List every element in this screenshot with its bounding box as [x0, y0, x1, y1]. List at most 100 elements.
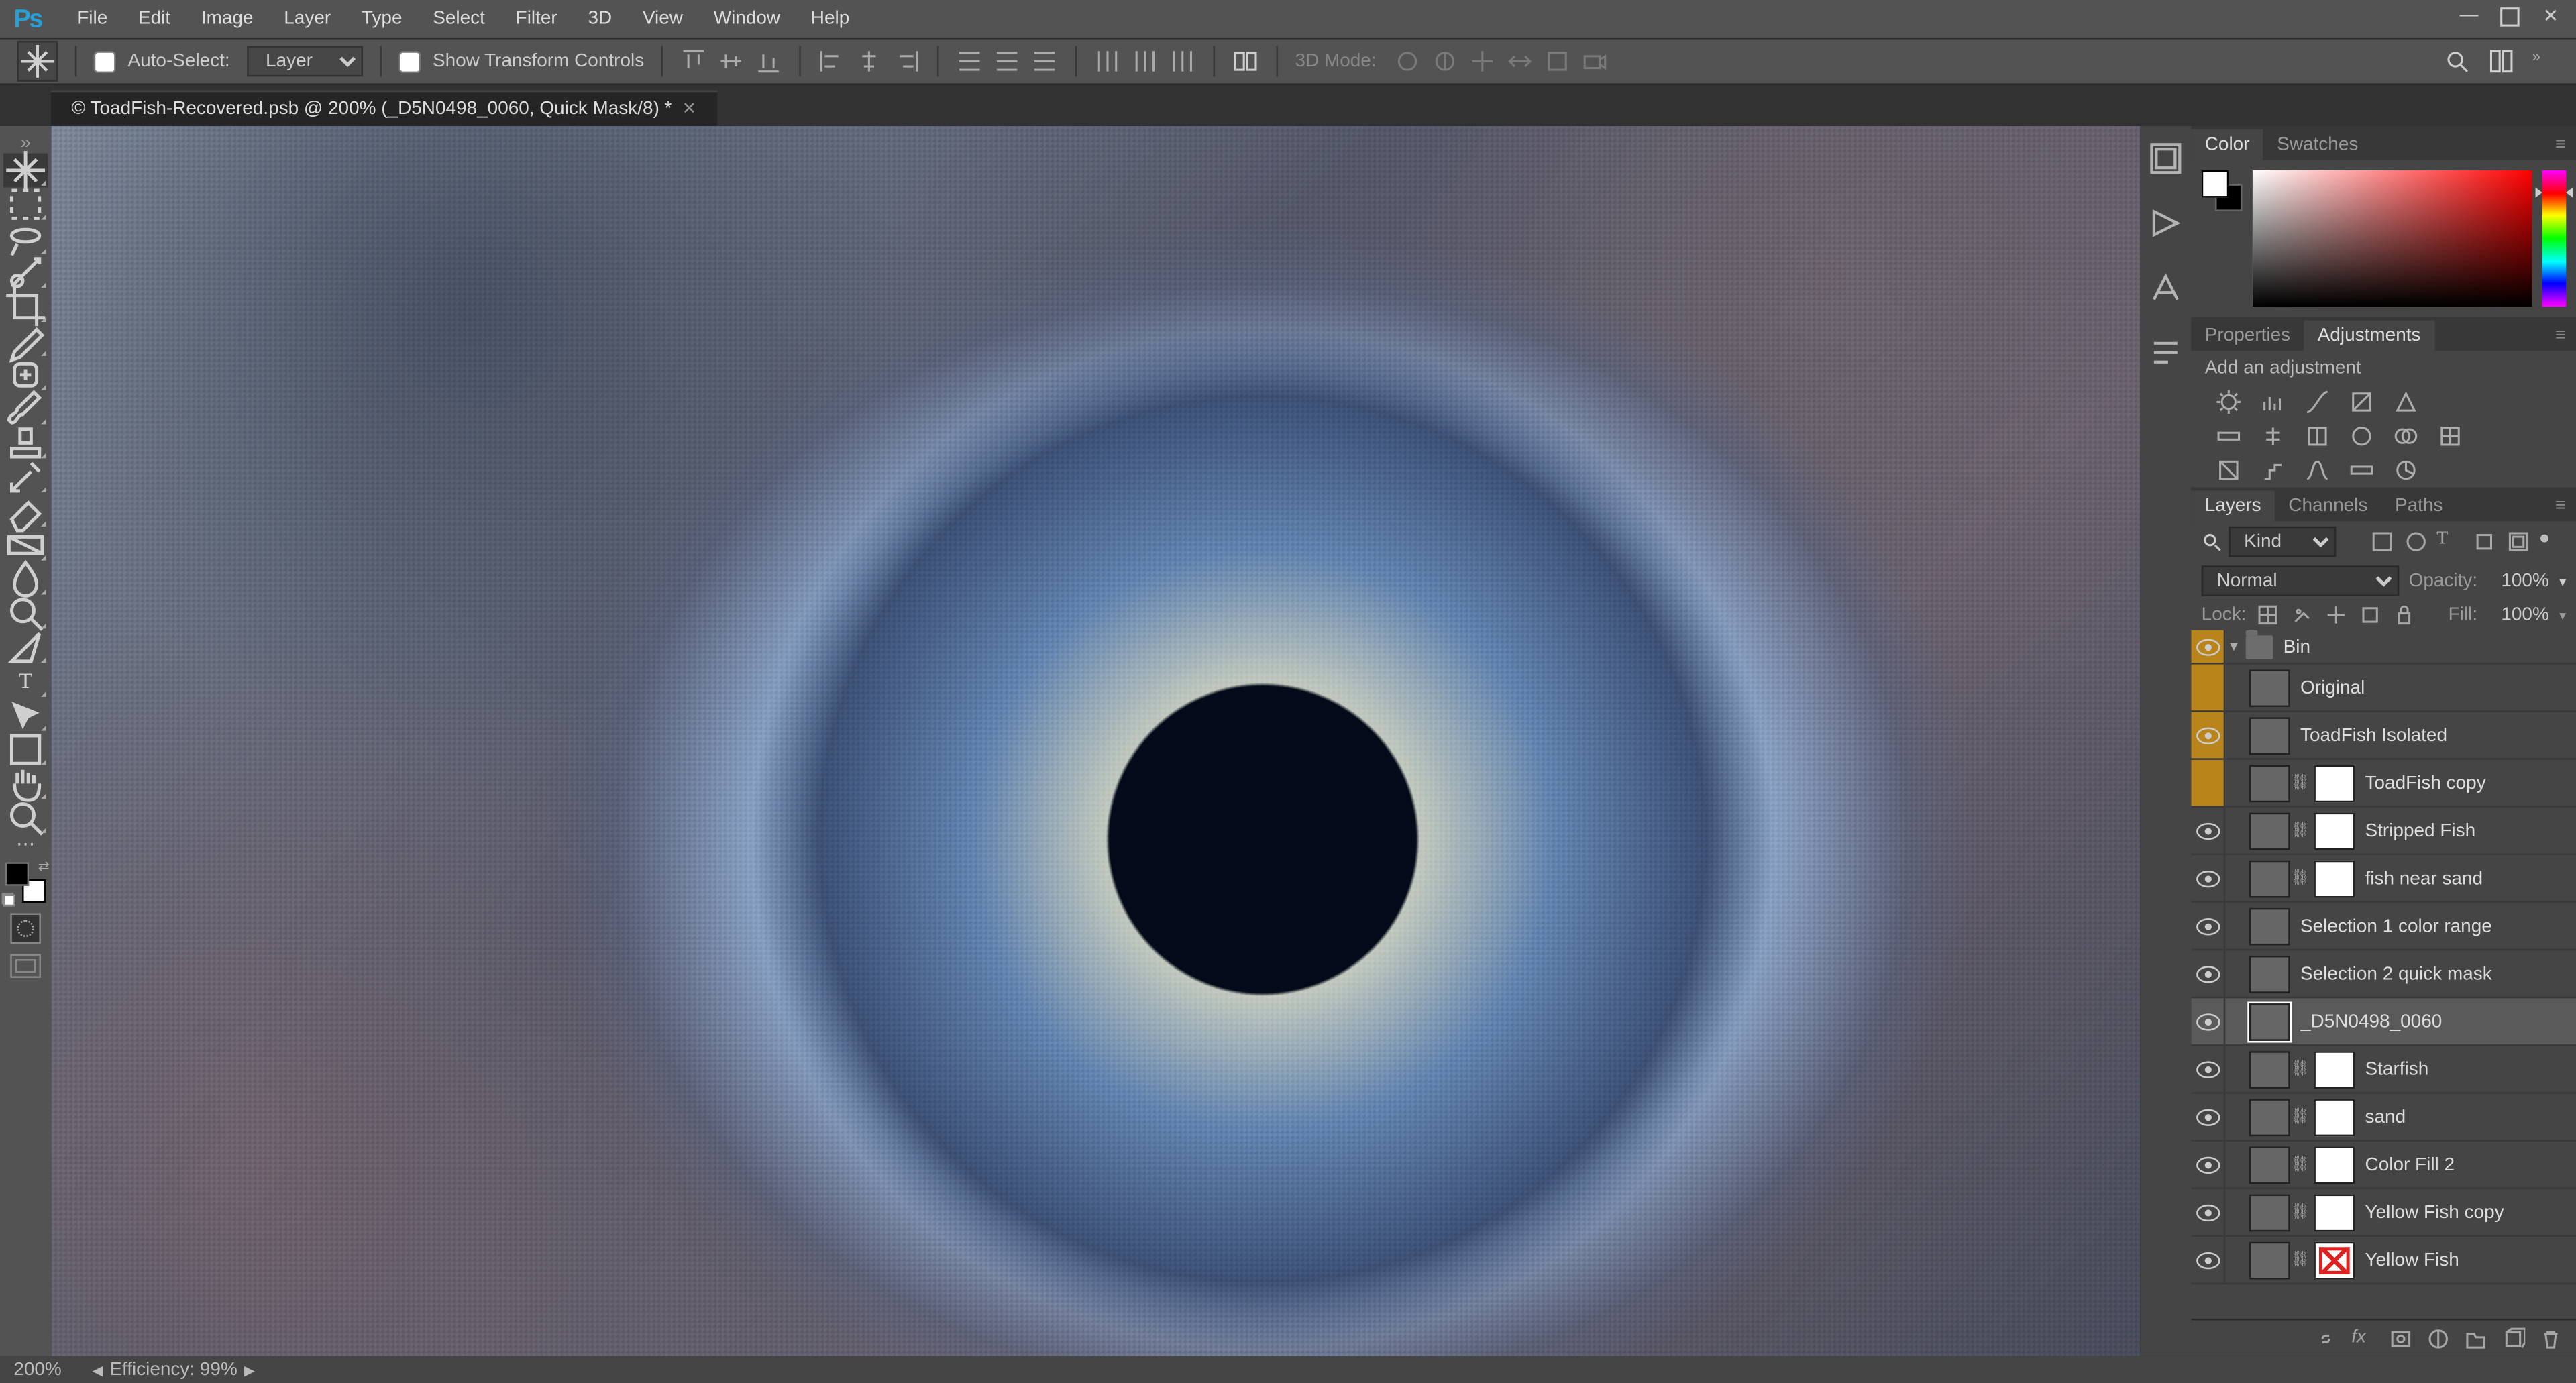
color-field[interactable]	[2253, 170, 2532, 307]
visibility-toggle[interactable]	[2191, 1094, 2225, 1140]
group-fold-icon[interactable]: ▾	[2225, 637, 2242, 656]
menu-filter[interactable]: Filter	[500, 0, 573, 38]
levels-icon[interactable]	[2259, 388, 2290, 416]
mask-thumbnail[interactable]	[2314, 1050, 2355, 1088]
layer-row[interactable]: Original	[2191, 665, 2576, 712]
collapse-panels-icon[interactable]: »	[2532, 48, 2559, 75]
menu-3d[interactable]: 3D	[573, 0, 627, 38]
tab-channels[interactable]: Channels	[2275, 491, 2381, 522]
layer-thumbnail[interactable]	[2249, 1193, 2290, 1231]
distribute-hcenter-icon[interactable]	[1132, 48, 1159, 75]
layer-thumbnail[interactable]	[2249, 764, 2290, 801]
filter-adjust-icon[interactable]	[2402, 528, 2430, 555]
window-minimize-icon[interactable]: —	[2457, 4, 2481, 33]
photo-filter-icon[interactable]	[2348, 423, 2379, 450]
tab-swatches[interactable]: Swatches	[2263, 129, 2372, 160]
distribute-bottom-icon[interactable]	[1031, 48, 1059, 75]
history-panel-icon[interactable]	[2147, 140, 2184, 170]
paragraph-panel-icon[interactable]	[2147, 334, 2184, 365]
layer-filter-kind[interactable]: Kind	[2229, 527, 2336, 557]
layer-row[interactable]: ⛓Color Fill 2	[2191, 1142, 2576, 1189]
align-right-icon[interactable]	[893, 48, 920, 75]
menu-help[interactable]: Help	[796, 0, 865, 38]
show-transform-checkbox[interactable]: Show Transform Controls	[398, 50, 644, 72]
status-arrows[interactable]: ◀Efficiency: 99%▶	[93, 1360, 255, 1380]
3d-scale-icon[interactable]	[1544, 48, 1571, 75]
layer-thumbnail[interactable]	[2249, 1146, 2290, 1183]
layer-thumbnail[interactable]	[2249, 859, 2290, 897]
brightness-contrast-icon[interactable]	[2215, 388, 2246, 416]
default-colors-icon[interactable]	[2, 893, 15, 906]
align-vcenter-icon[interactable]	[717, 48, 745, 75]
link-layers-icon[interactable]	[2314, 1326, 2338, 1350]
mask-link-icon[interactable]: ⛓	[2290, 869, 2307, 887]
visibility-toggle[interactable]	[2191, 1142, 2225, 1188]
new-group-icon[interactable]	[2464, 1326, 2488, 1350]
layer-row[interactable]: _D5N0498_0060	[2191, 998, 2576, 1046]
layer-name[interactable]: fish near sand	[2365, 868, 2570, 888]
properties-panel-menu-icon[interactable]: ≡	[2545, 321, 2576, 351]
channel-mixer-icon[interactable]	[2392, 423, 2423, 450]
close-document-icon[interactable]: ✕	[682, 100, 696, 119]
filter-pixel-icon[interactable]	[2369, 528, 2396, 555]
filter-type-icon[interactable]: T	[2436, 528, 2464, 555]
3d-slide-icon[interactable]	[1506, 48, 1534, 75]
layer-row[interactable]: ⛓ToadFish copy	[2191, 760, 2576, 808]
lock-transparency-icon[interactable]	[2257, 603, 2281, 627]
color-balance-icon[interactable]	[2259, 423, 2290, 450]
3d-camera-icon[interactable]	[1580, 48, 1608, 75]
align-bottom-icon[interactable]	[755, 48, 782, 75]
layer-name[interactable]: ToadFish copy	[2365, 773, 2570, 793]
adjustment-layer-icon[interactable]	[2426, 1326, 2451, 1350]
threshold-icon[interactable]	[2304, 457, 2334, 484]
tab-adjustments[interactable]: Adjustments	[2304, 321, 2434, 351]
new-layer-icon[interactable]	[2502, 1326, 2526, 1350]
distribute-right-icon[interactable]	[1169, 48, 1197, 75]
swap-colors-icon[interactable]: ⇄	[38, 859, 50, 874]
layer-style-icon[interactable]: fx	[2351, 1326, 2375, 1350]
layer-name[interactable]: Selection 2 quick mask	[2300, 963, 2569, 983]
align-hcenter-icon[interactable]	[855, 48, 883, 75]
filter-shape-icon[interactable]	[2471, 528, 2498, 555]
layer-mask-icon[interactable]	[2389, 1326, 2413, 1350]
zoom-level[interactable]: 200%	[13, 1360, 61, 1380]
quick-mask-toggle[interactable]	[10, 913, 41, 944]
mask-link-icon[interactable]: ⛓	[2290, 1203, 2307, 1221]
mask-thumbnail[interactable]	[2314, 764, 2355, 801]
posterize-icon[interactable]	[2259, 457, 2290, 484]
distribute-left-icon[interactable]	[1094, 48, 1122, 75]
layer-row[interactable]: ToadFish Isolated	[2191, 712, 2576, 760]
lock-position-icon[interactable]	[2324, 603, 2349, 627]
tab-layers[interactable]: Layers	[2191, 491, 2275, 522]
mask-thumbnail[interactable]	[2314, 1241, 2355, 1278]
layers-panel-menu-icon[interactable]: ≡	[2545, 491, 2576, 522]
layer-name[interactable]: Color Fill 2	[2365, 1154, 2570, 1174]
edit-toolbar[interactable]: ⋯	[3, 835, 48, 852]
window-maximize-icon[interactable]	[2498, 4, 2522, 33]
layer-list[interactable]: ▾ Bin OriginalToadFish Isolated⛓ToadFish…	[2191, 630, 2576, 1319]
layer-row[interactable]: ⛓ fish near sand	[2191, 855, 2576, 903]
document-tab[interactable]: © ToadFish-Recovered.psb @ 200% (_D5N049…	[51, 91, 716, 126]
layer-name[interactable]: Yellow Fish copy	[2365, 1202, 2570, 1222]
color-panel-swatches[interactable]	[2202, 170, 2243, 211]
search-icon[interactable]	[2443, 48, 2471, 75]
layer-row[interactable]: ⛓Stripped Fish	[2191, 808, 2576, 855]
layer-thumbnail[interactable]	[2249, 812, 2290, 849]
window-close-icon[interactable]: ✕	[2539, 4, 2563, 33]
color-lookup-icon[interactable]	[2436, 423, 2467, 450]
tab-color[interactable]: Color	[2191, 129, 2263, 160]
mask-thumbnail[interactable]	[2314, 859, 2355, 897]
layer-name[interactable]: ToadFish Isolated	[2300, 725, 2569, 745]
layer-thumbnail[interactable]	[2249, 1241, 2290, 1278]
mask-thumbnail[interactable]	[2314, 812, 2355, 849]
menu-image[interactable]: Image	[186, 0, 268, 38]
layer-name[interactable]: sand	[2365, 1107, 2570, 1127]
layer-name[interactable]: Selection 1 color range	[2300, 916, 2569, 936]
active-tool-indicator[interactable]	[17, 41, 58, 82]
layer-thumbnail[interactable]	[2249, 1003, 2290, 1040]
selective-color-icon[interactable]	[2392, 457, 2423, 484]
menu-type[interactable]: Type	[346, 0, 417, 38]
menu-layer[interactable]: Layer	[268, 0, 346, 38]
zoom-tool[interactable]	[3, 801, 48, 835]
visibility-toggle[interactable]	[2191, 665, 2225, 711]
